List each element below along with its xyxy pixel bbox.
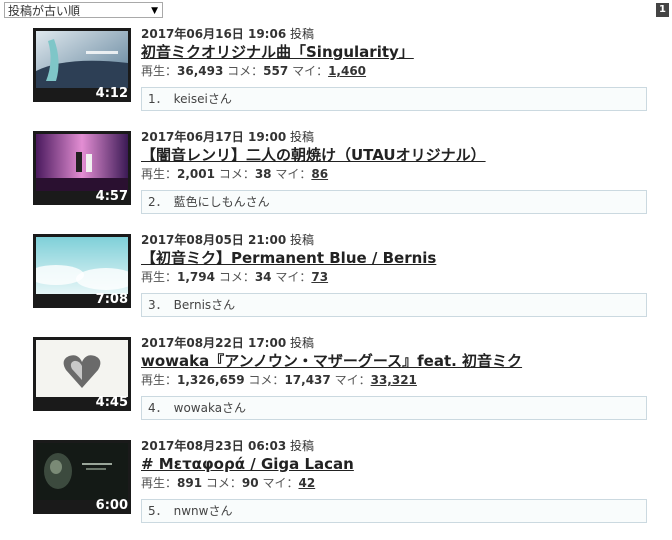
video-stats: 再生：1,794 コメ：34 マイ：73 (141, 270, 329, 284)
mylist-count-link[interactable]: 42 (298, 476, 315, 490)
video-stats: 再生：36,493 コメ：557 マイ：1,460 (141, 64, 367, 78)
rank-number: 5． (148, 504, 168, 518)
uploader-name: keiseiさん (173, 92, 232, 106)
rank-number: 4． (148, 401, 168, 415)
video-title-link[interactable]: 初音ミクオリジナル曲「Singularity」 (141, 42, 414, 62)
post-date: 2017年06月16日 19:06 投稿 (141, 27, 315, 41)
uploader-name: Bernisさん (173, 298, 236, 312)
page-number-badge[interactable]: 1 (656, 3, 669, 17)
comment-count: 34 (254, 270, 272, 284)
video-stats: 再生：1,326,659 コメ：17,437 マイ：33,321 (141, 373, 417, 387)
video-duration: 4:12 (95, 86, 128, 101)
rank-number: 3． (148, 298, 168, 312)
video-item: 4:12 2017年06月16日 19:06 投稿 初音ミクオリジナル曲「Sin… (33, 27, 653, 128)
video-stats: 再生：891 コメ：90 マイ：42 (141, 476, 316, 490)
video-title-link[interactable]: 【闇音レンリ】二人の朝焼け（UTAUオリジナル） (141, 145, 486, 165)
video-stats: 再生：2,001 コメ：38 マイ：86 (141, 167, 329, 181)
post-date: 2017年06月17日 19:00 投稿 (141, 130, 315, 144)
sort-order-select[interactable]: 投稿が古い順 ▼ (4, 2, 163, 18)
video-item: 6:00 2017年08月23日 06:03 投稿 # Μεταφορά / G… (33, 439, 653, 540)
thumbnail-image (36, 443, 128, 500)
video-duration: 4:57 (95, 189, 128, 204)
uploader-box: 5． nwnwさん (141, 499, 647, 523)
comment-count: 17,437 (284, 373, 331, 387)
thumbnail-image (36, 237, 128, 294)
video-item: 4:45 2017年08月22日 17:00 投稿 wowaka『アンノウン・マ… (33, 336, 653, 437)
post-date: 2017年08月23日 06:03 投稿 (141, 439, 315, 453)
post-date: 2017年08月22日 17:00 投稿 (141, 336, 315, 350)
video-thumbnail[interactable]: 4:57 (33, 131, 131, 205)
post-date: 2017年08月05日 21:00 投稿 (141, 233, 315, 247)
thumbnail-image (36, 134, 128, 191)
thumbnail-image (36, 31, 128, 88)
video-duration: 6:00 (95, 498, 128, 513)
view-count: 1,794 (177, 270, 215, 284)
mylist-count-link[interactable]: 86 (311, 167, 328, 181)
video-item: 7:08 2017年08月05日 21:00 投稿 【初音ミク】Permanen… (33, 233, 653, 334)
video-duration: 7:08 (95, 292, 128, 307)
thumbnail-image (36, 340, 128, 397)
dropdown-arrow-icon: ▼ (151, 6, 158, 16)
uploader-box: 1． keiseiさん (141, 87, 647, 111)
view-count: 2,001 (177, 167, 215, 181)
video-duration: 4:45 (95, 395, 128, 410)
mylist-count-link[interactable]: 33,321 (371, 373, 417, 387)
uploader-box: 4． wowakaさん (141, 396, 647, 420)
video-title-link[interactable]: wowaka『アンノウン・マザーグース』feat. 初音ミク (141, 351, 522, 371)
view-count: 1,326,659 (177, 373, 245, 387)
comment-count: 557 (263, 64, 289, 78)
uploader-name: 藍色にしもんさん (173, 195, 270, 209)
video-thumbnail[interactable]: 4:45 (33, 337, 131, 411)
video-item: 4:57 2017年06月17日 19:00 投稿 【闇音レンリ】二人の朝焼け（… (33, 130, 653, 231)
video-title-link[interactable]: # Μεταφορά / Giga Lacan (141, 454, 354, 474)
uploader-box: 2． 藍色にしもんさん (141, 190, 647, 214)
video-thumbnail[interactable]: 4:12 (33, 28, 131, 102)
mylist-count-link[interactable]: 73 (311, 270, 328, 284)
comment-count: 90 (241, 476, 259, 490)
video-thumbnail[interactable]: 7:08 (33, 234, 131, 308)
uploader-name: wowakaさん (173, 401, 247, 415)
view-count: 891 (177, 476, 203, 490)
comment-count: 38 (254, 167, 272, 181)
mylist-count-link[interactable]: 1,460 (328, 64, 366, 78)
video-thumbnail[interactable]: 6:00 (33, 440, 131, 514)
sort-order-value: 投稿が古い順 (8, 4, 81, 18)
view-count: 36,493 (177, 64, 224, 78)
rank-number: 2． (148, 195, 168, 209)
uploader-name: nwnwさん (173, 504, 233, 518)
rank-number: 1． (148, 92, 168, 106)
video-title-link[interactable]: 【初音ミク】Permanent Blue / Bernis (141, 248, 436, 268)
uploader-box: 3． Bernisさん (141, 293, 647, 317)
